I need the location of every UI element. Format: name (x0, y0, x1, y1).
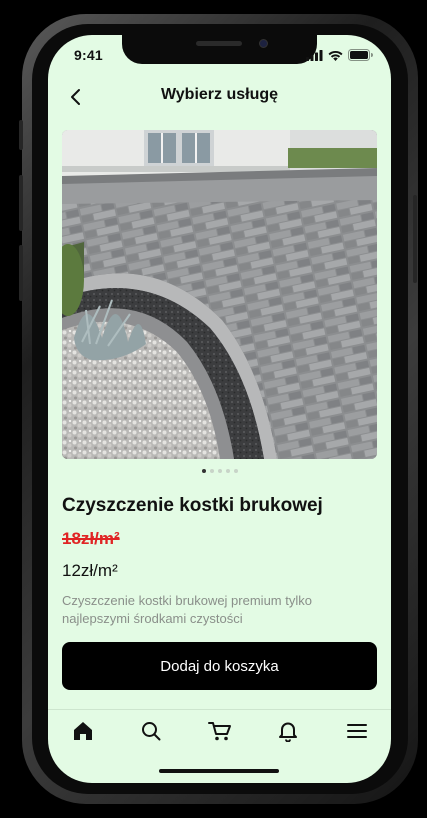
old-price: 18zł/m² (62, 529, 120, 548)
home-icon (74, 722, 92, 740)
menu-icon (347, 724, 367, 738)
cart-icon (208, 722, 231, 741)
front-camera (259, 39, 268, 48)
volume-down-button (19, 245, 23, 301)
status-icons (306, 49, 373, 61)
current-price: 12zł/m² (62, 561, 118, 580)
paving-stones-photo (62, 130, 377, 459)
tab-home[interactable] (69, 717, 97, 745)
bottom-tab-bar (48, 717, 391, 745)
wifi-icon (328, 50, 343, 61)
tab-notifications[interactable] (274, 717, 302, 745)
bell-icon (279, 722, 297, 742)
carousel-dot[interactable] (233, 469, 238, 473)
carousel-dot[interactable] (217, 469, 222, 473)
notch (122, 35, 317, 64)
signal-icon (306, 49, 323, 61)
power-button (413, 195, 417, 283)
status-time: 9:41 (74, 47, 103, 63)
carousel-dot[interactable] (201, 469, 206, 473)
product-title: Czyszczenie kostki brukowej (62, 495, 323, 516)
speaker (196, 41, 242, 46)
carousel-dot[interactable] (209, 469, 214, 473)
search-icon (142, 722, 161, 741)
page-title: Wybierz usługę (160, 86, 279, 103)
mute-switch (19, 120, 23, 150)
product-image[interactable] (62, 130, 377, 459)
tab-menu[interactable] (343, 717, 371, 745)
tabbar-divider (48, 709, 391, 710)
tab-search[interactable] (137, 717, 165, 745)
battery-icon (348, 49, 373, 61)
tab-cart[interactable] (206, 717, 234, 745)
volume-up-button (19, 175, 23, 231)
carousel-indicator[interactable] (48, 469, 391, 473)
app-screen: 9:41 Wybierz usługę Czyszczenie kostki b… (48, 35, 391, 783)
carousel-dot[interactable] (225, 469, 230, 473)
product-description: Czyszczenie kostki brukowej premium tylk… (62, 593, 312, 626)
home-indicator[interactable] (159, 769, 279, 773)
add-to-cart-button[interactable]: Dodaj do koszyka (62, 642, 377, 690)
